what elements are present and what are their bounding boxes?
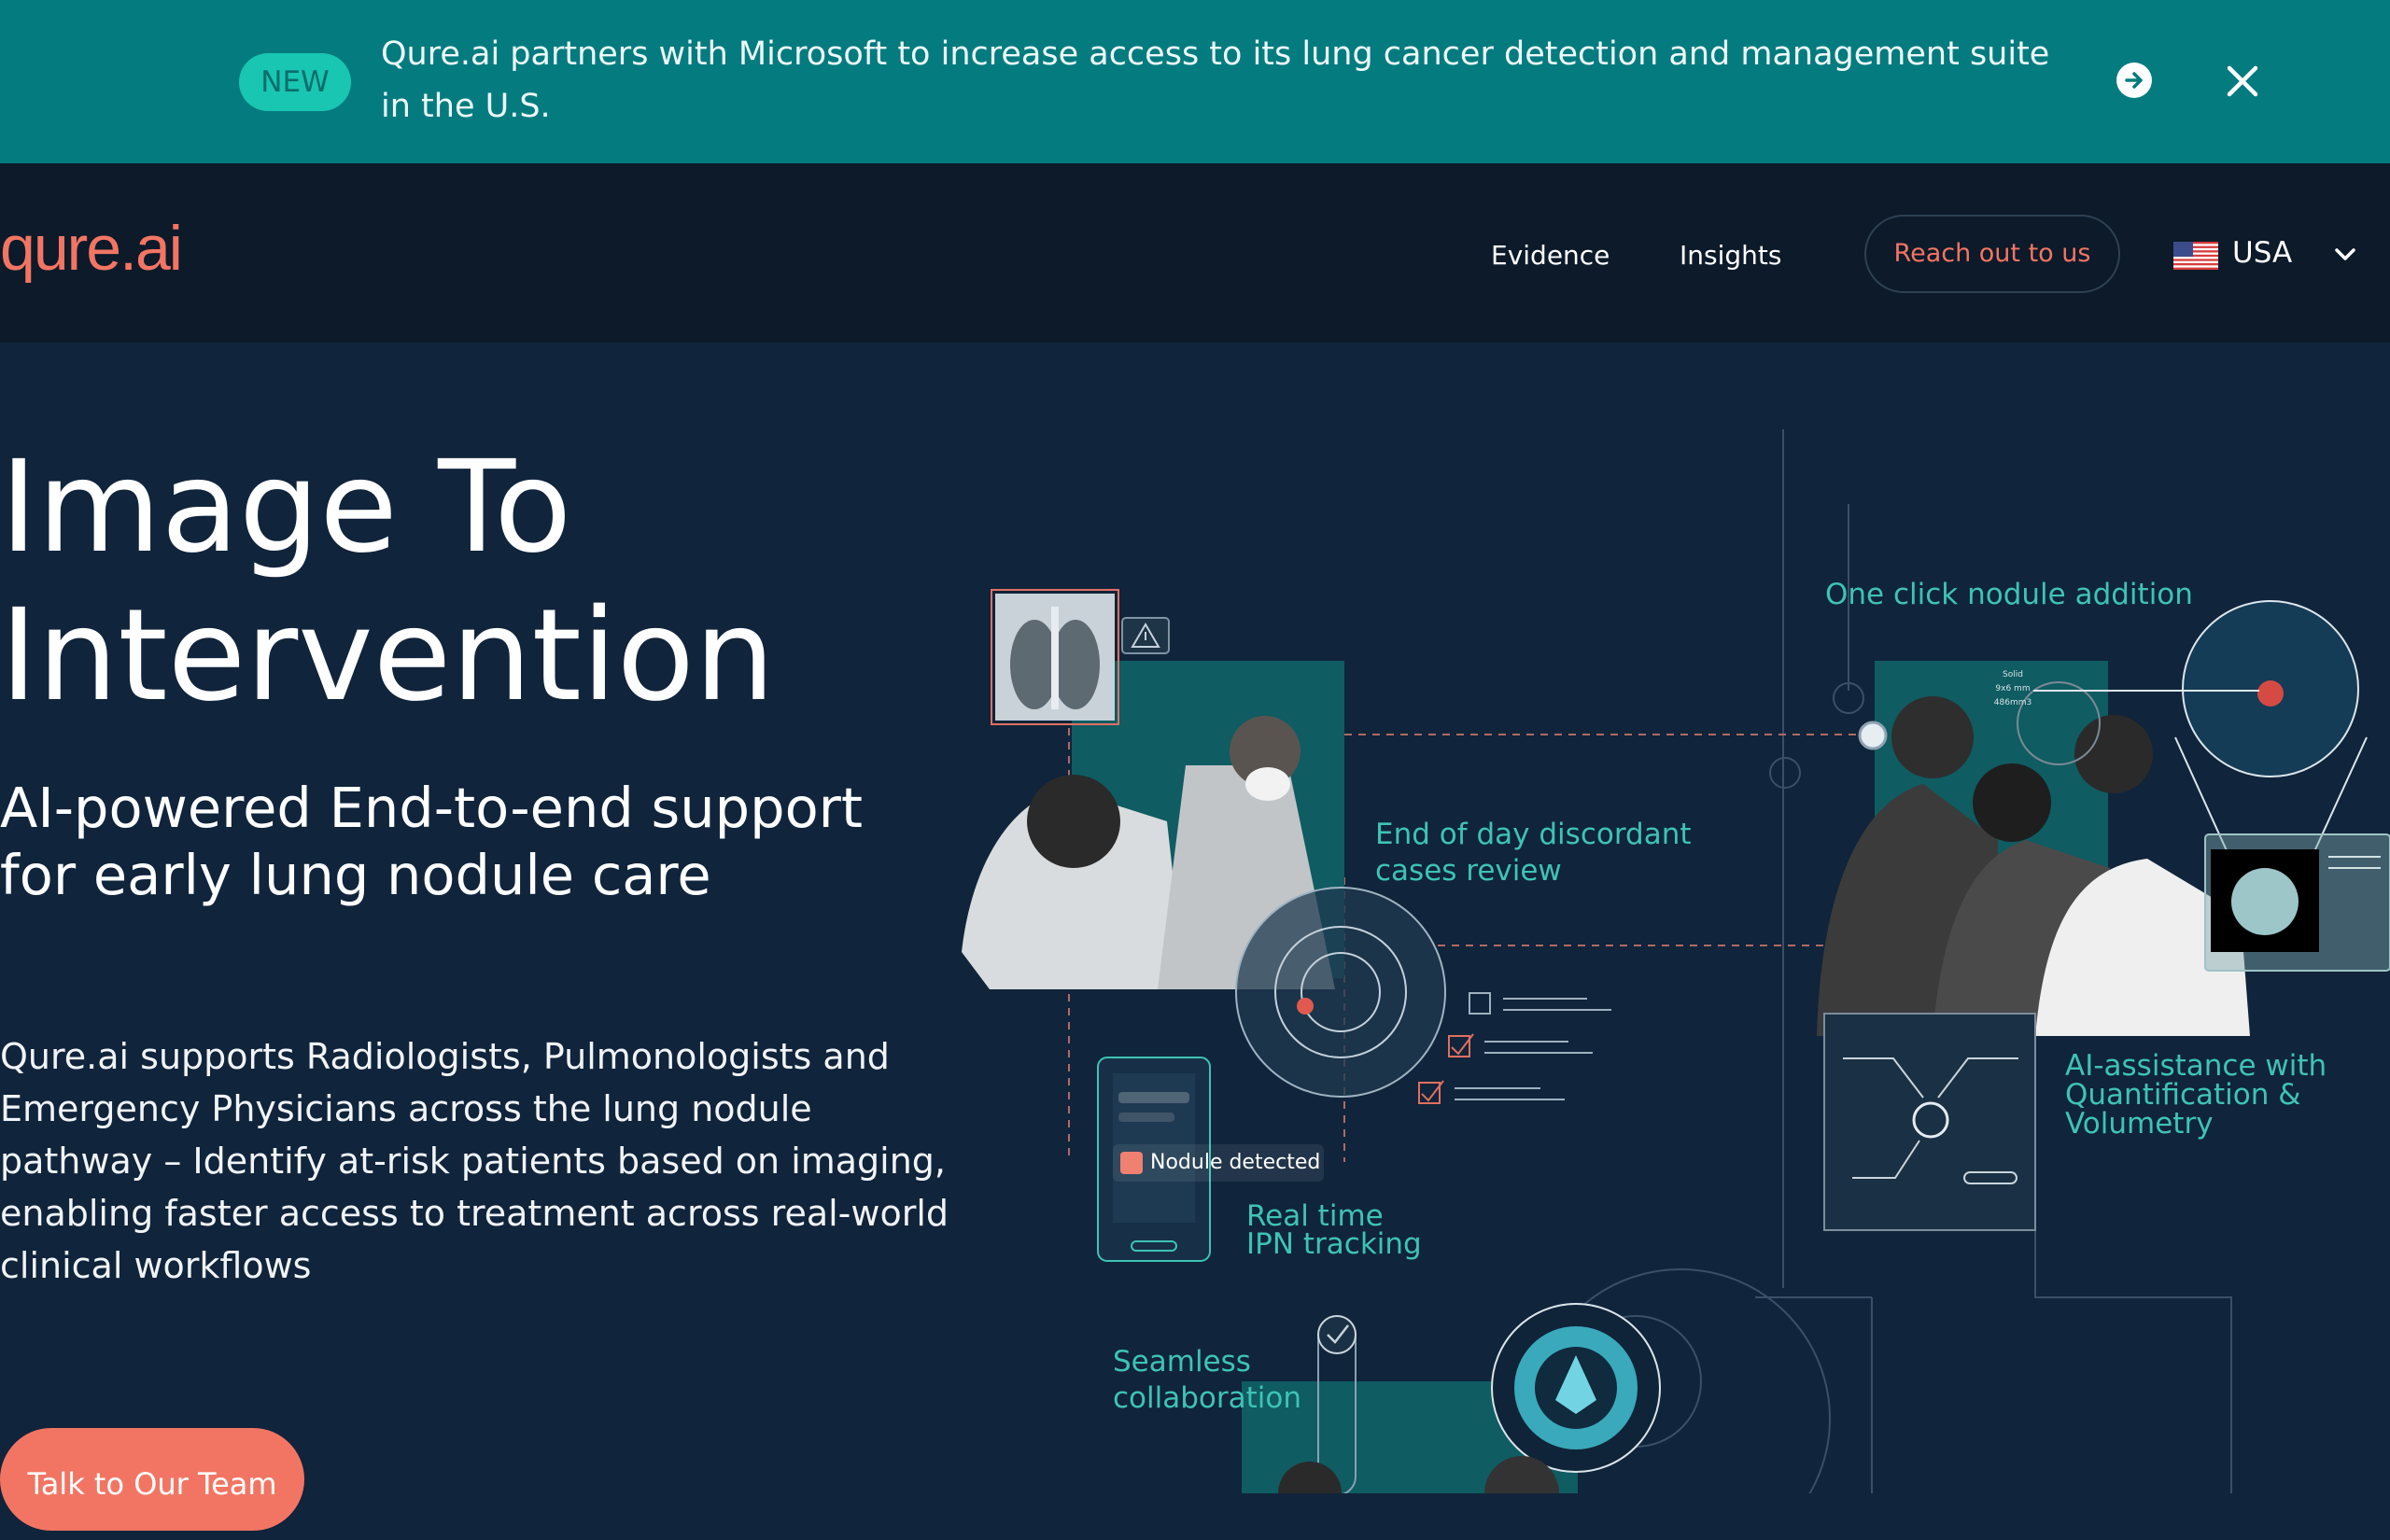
magnifier-icon (1120, 1152, 1143, 1174)
ai-assistance-label: AI-assistance with Quantification & Volu… (2065, 1052, 2327, 1139)
nav-link-evidence[interactable]: Evidence (1491, 240, 1610, 271)
one-click-label: One click nodule addition (1825, 578, 2193, 611)
nodule-detected-tag: Nodule detected (1113, 1144, 1324, 1182)
ai-line2: Quantification & (2065, 1078, 2301, 1112)
hero-title-line1: Image To (0, 434, 572, 581)
warning-icon (1121, 617, 1170, 654)
seamless-line1: Seamless (1113, 1345, 1251, 1379)
ipn-line1: Real time (1246, 1199, 1384, 1233)
reach-out-button[interactable]: Reach out to us (1864, 215, 2120, 293)
svg-text:9x6 mm: 9x6 mm (1995, 684, 2030, 693)
new-badge: NEW (239, 53, 351, 111)
lung-scan-magnifier (1235, 887, 1446, 1098)
top-navbar: qure.ai Evidence Insights Reach out to u… (0, 163, 2390, 343)
end-of-day-line1: End of day discordant (1375, 818, 1692, 851)
announcement-text[interactable]: Qure.ai partners with Microsoft to incre… (381, 28, 2080, 133)
talk-to-team-button[interactable]: Talk to Our Team (0, 1428, 304, 1531)
hero-description: Qure.ai supports Radiologists, Pulmonolo… (0, 1036, 949, 1286)
end-of-day-label: End of day discordant cases review (1375, 817, 1692, 889)
arrow-right-circle-icon[interactable] (2116, 63, 2152, 98)
close-icon[interactable] (2224, 63, 2261, 100)
nodule-detected-text: Nodule detected (1150, 1151, 1321, 1174)
ipn-line2: IPN tracking (1246, 1227, 1422, 1261)
svg-text:486mm3: 486mm3 (1994, 698, 2032, 707)
ct-panel (2204, 833, 2390, 972)
end-of-day-line2: cases review (1375, 854, 1562, 888)
ai-line3: Volumetry (2065, 1107, 2214, 1141)
nav-link-insights[interactable]: Insights (1680, 240, 1781, 271)
chevron-down-icon[interactable] (2334, 245, 2356, 264)
xray-thumbnail (991, 589, 1119, 725)
review-checklist (1418, 992, 1611, 1104)
announcement-banner: NEW Qure.ai partners with Microsoft to i… (0, 0, 2390, 163)
hero-title-line2: Intervention (0, 582, 776, 730)
seamless-line2: collaboration (1113, 1381, 1301, 1415)
lung-care-illustration: Solid 9x6 mm 486mm3 (962, 429, 2390, 1493)
us-flag-icon[interactable] (2173, 242, 2218, 270)
hero-subtitle: AI-powered End-to-end support for early … (0, 776, 864, 907)
ipn-tracking-label: Real time IPN tracking (1246, 1199, 1422, 1261)
qure-logo[interactable]: qure.ai (0, 212, 183, 285)
seamless-collab-label: Seamless collaboration (1113, 1344, 1301, 1417)
svg-text:Solid: Solid (2003, 670, 2023, 679)
volumetry-panel (1823, 1013, 2036, 1231)
country-selector[interactable]: USA (2232, 236, 2292, 270)
hero-title: Image To Intervention (0, 434, 775, 731)
ai-line1: AI-assistance with (2065, 1049, 2327, 1083)
